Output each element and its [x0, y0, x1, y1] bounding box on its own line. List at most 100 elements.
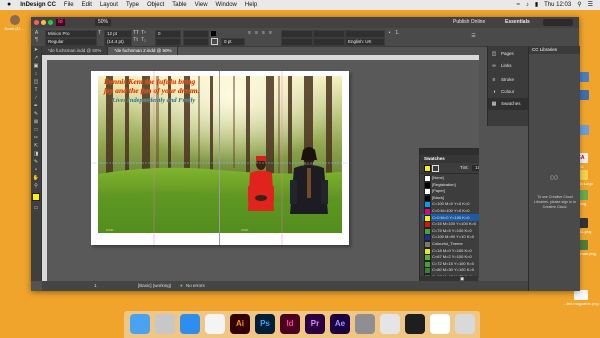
page-tool-icon[interactable]: ▣ — [31, 62, 41, 70]
chrome-icon[interactable] — [205, 314, 225, 334]
rectangle-tool-icon[interactable]: □ — [31, 126, 41, 134]
dock-item-pages[interactable]: ◫ Pages — [488, 48, 529, 60]
subscript-icon[interactable]: T₁ — [141, 38, 146, 43]
menu-window[interactable]: Window — [212, 0, 241, 10]
volume-icon[interactable]: ♪ — [523, 0, 532, 10]
zoom-tool-icon[interactable]: ⚲ — [31, 182, 41, 190]
photoshop-icon[interactable]: Ps — [255, 314, 275, 334]
trash-icon[interactable] — [455, 314, 475, 334]
right-indent-field[interactable] — [313, 30, 345, 38]
align-left-icon[interactable]: ≡ — [247, 31, 252, 36]
safari-icon[interactable] — [180, 314, 200, 334]
search-icon[interactable]: ⚲ — [574, 0, 584, 10]
page-number-field[interactable]: 1 — [94, 281, 97, 291]
gap-tool-icon[interactable]: ↕ — [31, 70, 41, 78]
small-caps-icon[interactable]: Tt — [133, 38, 138, 43]
font-style-field[interactable]: Regular — [45, 38, 97, 46]
dock-item-swatches[interactable]: ▦ Swatches — [488, 98, 529, 110]
justify-icon[interactable]: ≡ — [268, 31, 273, 36]
space-after-field[interactable] — [313, 38, 345, 46]
dock-item-colour[interactable]: ◑ Colour — [488, 86, 529, 98]
workspace-switcher[interactable]: Essentials — [505, 19, 530, 26]
dock-item-links[interactable]: ∞ Links — [488, 60, 529, 72]
first-line-indent-field[interactable] — [281, 38, 313, 46]
rectangle-frame-tool-icon[interactable]: ⊠ — [31, 118, 41, 126]
tracking-field[interactable]: 0 — [155, 30, 181, 38]
menu-edit[interactable]: Edit — [78, 0, 96, 10]
finder-icon[interactable] — [130, 314, 150, 334]
tint-field[interactable]: 100 — [472, 165, 479, 171]
screen-mode-icon[interactable]: ▭ — [31, 204, 41, 212]
folder-icon[interactable] — [380, 314, 400, 334]
fill-icon[interactable] — [424, 165, 431, 172]
eyedropper-tool-icon[interactable]: ⁌ — [31, 166, 41, 174]
system-preferences-icon[interactable] — [355, 314, 375, 334]
menu-view[interactable]: View — [191, 0, 212, 10]
free-transform-tool-icon[interactable]: ⇱ — [31, 142, 41, 150]
indesign-icon[interactable]: Id — [280, 314, 300, 334]
type-tool-icon[interactable]: T — [31, 86, 41, 94]
maximize-window-button[interactable] — [48, 20, 53, 25]
vertical-scale-field[interactable] — [183, 30, 209, 38]
all-caps-icon[interactable]: TT — [133, 31, 139, 36]
screenshot-icon[interactable] — [405, 314, 425, 334]
bullets-icon[interactable]: • — [387, 31, 392, 36]
pen-tool-icon[interactable]: ✒ — [31, 102, 41, 110]
after-effects-icon[interactable]: Ae — [330, 314, 350, 334]
line-tool-icon[interactable]: ∕ — [31, 94, 41, 102]
menu-clock[interactable]: Thu 12:03 — [541, 0, 574, 10]
pencil-tool-icon[interactable]: ✎ — [31, 110, 41, 118]
selection-tool-icon[interactable]: ➤ — [31, 46, 41, 54]
menu-file[interactable]: File — [60, 0, 78, 10]
menu-app-name[interactable]: InDesign CC — [16, 0, 60, 10]
menu-help[interactable]: Help — [241, 0, 261, 10]
desktop-user-icon[interactable]: Noah (£1 ... — [4, 15, 26, 31]
illustrator-icon[interactable]: Ai — [230, 314, 250, 334]
wifi-icon[interactable]: ≈ — [514, 0, 523, 10]
horizontal-scale-field[interactable] — [183, 38, 209, 46]
minimize-window-button[interactable] — [41, 20, 46, 25]
numbering-icon[interactable]: 1. — [395, 31, 400, 36]
close-window-button[interactable] — [34, 20, 39, 25]
hand-tool-icon[interactable]: ✋ — [31, 174, 41, 182]
fill-stroke-icon[interactable] — [31, 190, 41, 204]
panel-menu-icon[interactable]: ☰ — [471, 34, 476, 39]
left-indent-field[interactable] — [281, 30, 313, 38]
font-family-field[interactable]: Minion Pro — [45, 30, 97, 38]
dock-item-stroke[interactable]: ≡ Stroke — [488, 74, 529, 86]
premiere-icon[interactable]: Pr — [305, 314, 325, 334]
paragraph-formatting-icon[interactable]: ¶ — [34, 38, 39, 43]
scissors-tool-icon[interactable]: ✂ — [31, 134, 41, 142]
gradient-tool-icon[interactable]: ◨ — [31, 150, 41, 158]
menu-table[interactable]: Table — [168, 0, 190, 10]
character-formatting-icon[interactable]: A — [34, 31, 39, 36]
document-canvas[interactable]: Dennis Kent the fufulu bring joy and the… — [42, 55, 479, 281]
direct-selection-tool-icon[interactable]: ↗ — [31, 54, 41, 62]
preflight-profile[interactable]: [Basic] (working) — [138, 281, 171, 291]
align-center-icon[interactable]: ≡ — [254, 31, 259, 36]
fill-swatch-icon[interactable] — [211, 31, 216, 36]
publish-online-button[interactable]: Publish Online — [453, 19, 485, 26]
menu-type[interactable]: Type — [122, 0, 143, 10]
desktop-file-icon[interactable]: ...ted magazine.png — [563, 290, 599, 306]
zoom-level-field[interactable]: 50% — [95, 19, 112, 26]
menu-layout[interactable]: Layout — [96, 0, 122, 10]
align-right-icon[interactable]: ≡ — [261, 31, 266, 36]
font-size-field[interactable]: 12 pt — [104, 30, 132, 38]
stroke-icon[interactable] — [432, 165, 439, 172]
leading-field[interactable]: (14.4 pt) — [104, 38, 132, 46]
tab-document-1[interactable]: *de fuchsman.indd @ 50% — [42, 47, 109, 55]
language-field[interactable]: English: UK — [345, 38, 385, 46]
launchpad-icon[interactable] — [155, 314, 175, 334]
adobe-stock-search-input[interactable] — [543, 19, 573, 26]
document-icon[interactable] — [430, 314, 450, 334]
menu-object[interactable]: Object — [143, 0, 168, 10]
stroke-weight-field[interactable]: 0 pt — [221, 38, 245, 46]
paragraph-style-field[interactable] — [345, 30, 385, 38]
content-collector-icon[interactable]: ◫ — [31, 78, 41, 86]
kerning-field[interactable] — [155, 38, 181, 46]
superscript-icon[interactable]: T¹ — [141, 31, 146, 36]
preflight-status[interactable]: No errors — [186, 281, 205, 291]
battery-icon[interactable]: ▮ — [532, 0, 541, 10]
stroke-swatch-icon[interactable] — [211, 38, 218, 45]
